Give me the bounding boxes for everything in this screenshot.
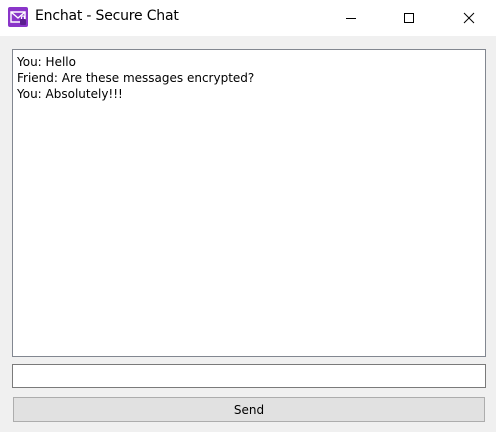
app-window: Enchat - Secure Chat You: Hello Friend: … bbox=[0, 0, 496, 432]
close-button[interactable] bbox=[446, 0, 492, 36]
message-input[interactable] bbox=[12, 364, 486, 388]
chat-history[interactable]: You: Hello Friend: Are these messages en… bbox=[12, 49, 486, 357]
maximize-button[interactable] bbox=[386, 0, 432, 36]
title-bar[interactable]: Enchat - Secure Chat bbox=[0, 0, 496, 36]
minimize-icon bbox=[345, 9, 357, 28]
window-title: Enchat - Secure Chat bbox=[35, 8, 179, 24]
envelope-lock-icon bbox=[8, 7, 28, 27]
send-button[interactable]: Send bbox=[13, 397, 485, 422]
chat-message: You: Absolutely!!! bbox=[17, 87, 123, 101]
chat-message: Friend: Are these messages encrypted? bbox=[17, 71, 255, 85]
close-icon bbox=[463, 9, 475, 28]
minimize-button[interactable] bbox=[328, 0, 374, 36]
maximize-icon bbox=[403, 9, 415, 28]
chat-message: You: Hello bbox=[17, 55, 76, 69]
